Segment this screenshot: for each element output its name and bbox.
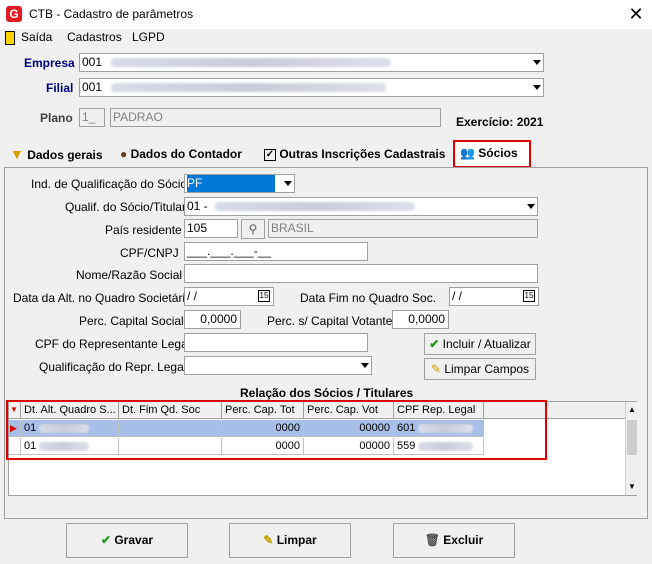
empresa-redacted (111, 58, 392, 68)
scroll-down-icon[interactable]: ▼ (628, 482, 636, 491)
nome-label: Nome/Razão Social (76, 268, 183, 282)
qualif-titular-redacted (215, 202, 416, 212)
plano-name-field: PADRAO (110, 108, 441, 127)
filial-select[interactable]: 001 (79, 78, 544, 97)
tab-outras-inscricoes[interactable]: ✓ Outras Inscrições Cadastrais (264, 142, 450, 166)
dt-fim-label: Data Fim no Quadro Soc. (300, 291, 437, 305)
chevron-down-icon (533, 60, 541, 65)
chevron-down-icon (533, 85, 541, 90)
menu-cadastros[interactable]: Cadastros (67, 30, 122, 44)
qualif-titular-label: Qualif. do Sócio/Titular (65, 200, 186, 214)
qualif-socio-select[interactable]: PF (184, 174, 295, 193)
checkbox-icon: ✓ (264, 148, 276, 161)
calendar-icon[interactable]: 15 (523, 290, 535, 302)
incluir-label: Incluir / Atualizar (442, 337, 531, 351)
close-window-button[interactable]: ✕ (624, 2, 648, 26)
cpf-label: CPF/CNPJ (120, 246, 179, 260)
cpf-rep-input[interactable] (184, 333, 368, 352)
broom-icon: ✎ (430, 362, 441, 376)
limpar-button[interactable]: ✎ Limpar (229, 523, 351, 558)
filial-label: Filial (46, 81, 74, 95)
cap-social-input[interactable]: 0,0000 (184, 310, 241, 329)
funnel-icon: ▼ (10, 146, 24, 162)
excluir-label: Excluir (443, 533, 484, 547)
chevron-down-icon (527, 204, 535, 209)
grid-title: Relação dos Sócios / Titulares (240, 386, 414, 400)
app-logo-icon: G (6, 6, 22, 22)
cap-votante-input[interactable]: 0,0000 (392, 310, 449, 329)
qualif-socio-label: Ind. de Qualificação do Sócio (31, 177, 188, 191)
tab-dados-gerais-label: Dados gerais (27, 148, 103, 162)
dt-alt-input[interactable]: / / 15 (184, 287, 274, 306)
exit-door-icon (5, 31, 15, 45)
tab-dados-gerais[interactable]: ▼ Dados gerais (10, 142, 110, 166)
tab-dados-contador[interactable]: ● Dados do Contador (120, 142, 256, 166)
qualif-rep-select[interactable] (184, 356, 372, 375)
pais-label: País residente (105, 223, 182, 237)
limpar-label: Limpar (276, 533, 317, 547)
exercicio-label: Exercício: 2021 (456, 115, 544, 129)
empresa-value: 001 (82, 55, 103, 69)
menu-bar: Saída Cadastros LGPD (0, 29, 652, 47)
cap-social-label: Perc. Capital Social (79, 314, 184, 328)
gravar-button[interactable]: ✔ Gravar (66, 523, 188, 558)
qualif-titular-value: 01 - (187, 199, 208, 213)
gravar-label: Gravar (114, 533, 154, 547)
dt-alt-value: / / (187, 289, 198, 303)
qualif-titular-select[interactable]: 01 - (184, 197, 538, 216)
cpf-rep-label: CPF do Representante Legal (35, 337, 191, 351)
person-icon: ● (120, 147, 128, 161)
window-title: CTB - Cadastro de parâmetros (29, 7, 194, 21)
excluir-button[interactable]: 🗑 Excluir (393, 523, 515, 558)
filial-value: 001 (82, 80, 103, 94)
limpar-campos-button[interactable]: ✎ Limpar Campos (424, 358, 536, 380)
trash-icon: 🗑 (424, 533, 440, 547)
pais-code-input[interactable]: 105 (184, 219, 238, 238)
empresa-label: Empresa (24, 56, 75, 70)
chevron-down-icon (284, 181, 292, 186)
qualif-socio-value: PF (187, 175, 275, 192)
chevron-down-icon (361, 363, 369, 368)
dt-fim-value: / / (452, 289, 463, 303)
plano-code-field: 1_ (79, 108, 105, 127)
qualif-rep-label: Qualificação do Repr. Legal (39, 360, 187, 374)
tab-dados-contador-label: Dados do Contador (130, 147, 242, 161)
cap-votante-label: Perc. s/ Capital Votante (267, 314, 393, 328)
dt-fim-input[interactable]: / / 15 (449, 287, 539, 306)
dt-alt-label: Data da Alt. no Quadro Societário (13, 291, 192, 305)
plano-label: Plano (40, 111, 73, 125)
empresa-select[interactable]: 001 (79, 53, 544, 72)
menu-saida[interactable]: Saída (21, 30, 52, 44)
checkmark-icon: ✔ (100, 533, 111, 547)
grid-highlight (6, 400, 547, 460)
scroll-thumb[interactable] (627, 420, 637, 455)
tab-outras-inscricoes-label: Outras Inscrições Cadastrais (279, 147, 446, 161)
nome-input[interactable] (184, 264, 538, 283)
menu-lgpd[interactable]: LGPD (132, 30, 165, 44)
grid-vertical-scrollbar[interactable]: ▲ ▼ (625, 402, 637, 495)
scroll-up-icon[interactable]: ▲ (628, 405, 636, 414)
pais-name-field: BRASIL (268, 219, 538, 238)
calendar-icon[interactable]: 15 (258, 290, 270, 302)
checkmark-icon: ✔ (429, 337, 440, 351)
filial-redacted (111, 83, 387, 93)
limpar-campos-label: Limpar Campos (444, 362, 530, 376)
tab-socios-highlight (453, 140, 531, 168)
incluir-atualizar-button[interactable]: ✔ Incluir / Atualizar (424, 333, 536, 355)
binoculars-search-button[interactable]: ⚲ (241, 219, 265, 239)
title-bar: G CTB - Cadastro de parâmetros ✕ (0, 0, 652, 29)
cpf-input[interactable]: ___.___.___-__ (184, 242, 368, 261)
broom-icon: ✎ (263, 533, 274, 547)
